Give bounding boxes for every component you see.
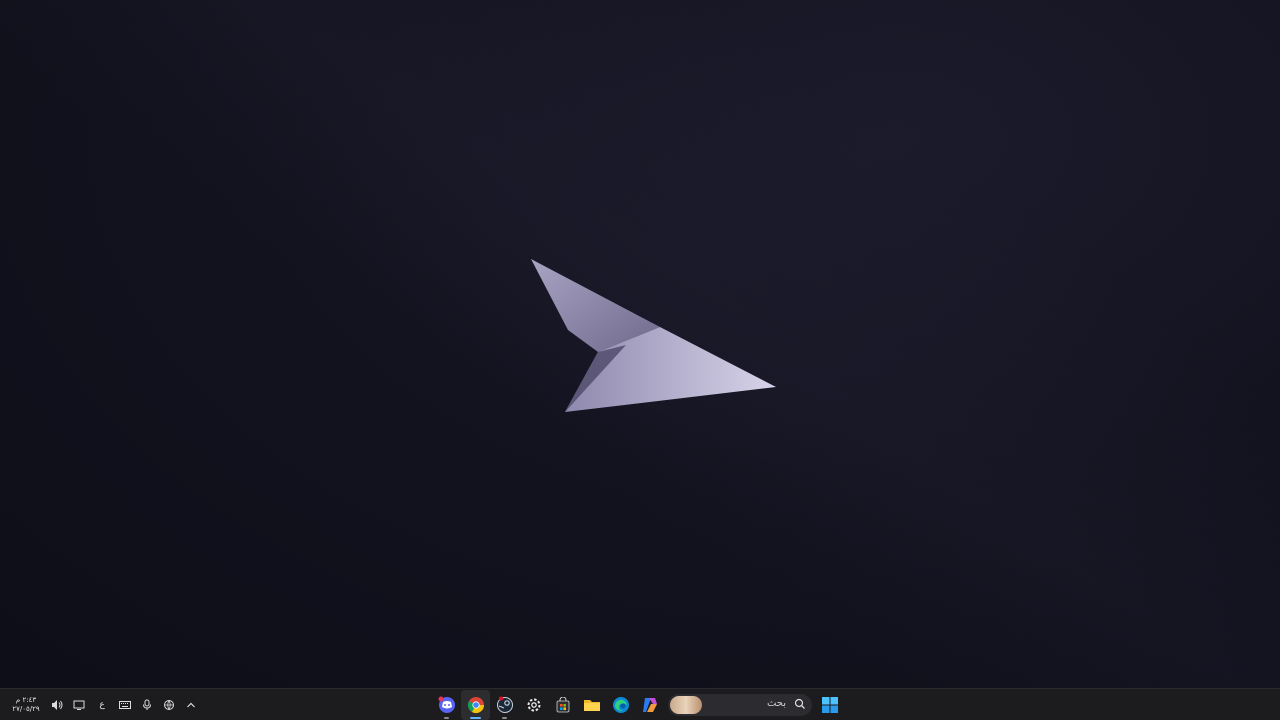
clock-time: ٢:٤٣ م <box>15 696 37 704</box>
search-placeholder: بحث <box>766 698 786 709</box>
chrome-icon <box>467 697 484 714</box>
microphone-icon[interactable] <box>136 694 158 716</box>
taskbar: ٢:٤٣ م ٢٧/٠٥/٢٩ ع بحث <box>0 688 1280 720</box>
volume-icon[interactable] <box>46 694 68 716</box>
windows-icon <box>822 697 838 713</box>
chevron-up-icon[interactable] <box>180 694 202 716</box>
steam-icon <box>496 696 513 713</box>
taskbar-apps: بحث <box>432 689 846 721</box>
steam-app[interactable] <box>490 690 519 720</box>
settings-icon <box>527 698 540 712</box>
running-indicator <box>444 717 449 719</box>
copilot-app[interactable] <box>635 690 664 720</box>
keyboard-icon[interactable] <box>114 694 136 716</box>
copilot-icon <box>642 698 657 712</box>
search-highlight-image <box>670 696 702 714</box>
network-icon[interactable] <box>158 694 180 716</box>
store-app[interactable] <box>548 690 577 720</box>
clock-date: ٢٧/٠٥/٢٩ <box>12 705 40 713</box>
search-icon <box>794 698 805 709</box>
store-icon <box>556 697 569 713</box>
running-indicator <box>502 717 507 719</box>
edge-app[interactable] <box>606 690 635 720</box>
start-button[interactable] <box>814 690 846 720</box>
wallpaper-paper-plane <box>531 259 776 412</box>
search-box[interactable]: بحث <box>668 694 812 716</box>
display-icon[interactable] <box>68 694 90 716</box>
file-explorer-app[interactable] <box>577 690 606 720</box>
clock[interactable]: ٢:٤٣ م ٢٧/٠٥/٢٩ <box>6 696 46 714</box>
file-explorer-icon <box>583 700 600 711</box>
running-indicator <box>470 717 481 719</box>
system-tray: ٢:٤٣ م ٢٧/٠٥/٢٩ ع <box>6 689 202 721</box>
chrome-app[interactable] <box>461 690 490 720</box>
discord-icon <box>438 696 455 713</box>
language-indicator[interactable]: ع <box>90 700 114 710</box>
edge-icon <box>612 697 629 713</box>
settings-app[interactable] <box>519 690 548 720</box>
discord-app[interactable] <box>432 690 461 720</box>
desktop[interactable] <box>0 0 1280 688</box>
